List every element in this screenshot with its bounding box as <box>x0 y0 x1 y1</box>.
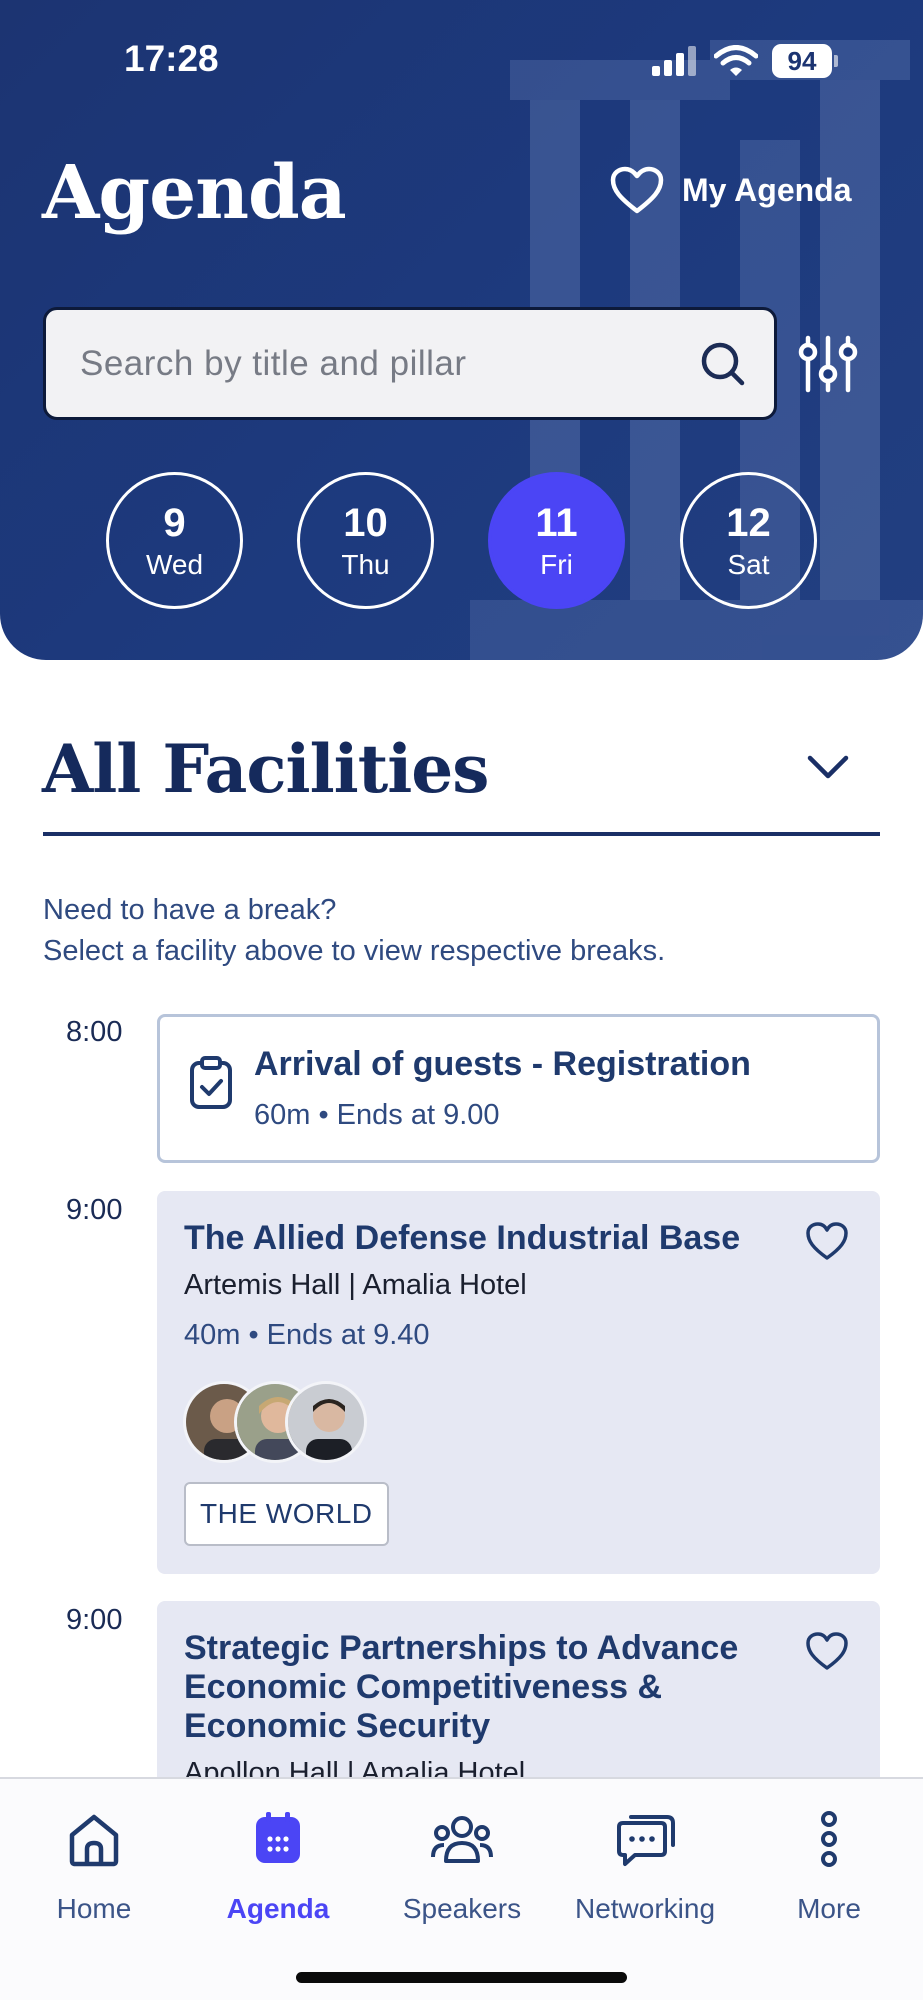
hint-line-1: Need to have a break? <box>43 894 337 926</box>
people-icon <box>431 1816 493 1863</box>
home-icon <box>69 1814 119 1867</box>
speaker-avatars <box>183 1381 383 1465</box>
break-hint: Need to have a break? Select a facility … <box>43 890 665 972</box>
nav-label: Speakers <box>402 1893 522 1924</box>
facility-underline <box>43 832 880 836</box>
date-10[interactable]: 10 Thu <box>297 472 434 609</box>
nav-label: Home <box>56 1893 132 1924</box>
my-agenda-label: My Agenda <box>682 171 852 208</box>
battery-tip <box>834 55 838 67</box>
session-card[interactable]: The Allied Defense Industrial Base Artem… <box>157 1191 880 1574</box>
date-selector: 9 Wed 10 Thu 11 Fri 12 Sat <box>0 472 923 612</box>
nav-label: Networking <box>574 1893 716 1924</box>
filter-icon[interactable] <box>798 334 858 394</box>
session-time: 9:00 <box>66 1194 123 1226</box>
avatar[interactable] <box>285 1381 367 1463</box>
clipboard-check-icon <box>190 1056 232 1109</box>
nav-home[interactable]: Home <box>9 1809 179 1925</box>
more-icon <box>821 1811 837 1867</box>
session-card-registration[interactable]: Arrival of guests - Registration 60m • E… <box>157 1014 880 1163</box>
signal-icon <box>652 46 696 76</box>
session-venue: Apollon Hall | Amalia Hotel <box>184 1757 526 1777</box>
hint-line-2: Select a facility above to view respecti… <box>43 935 666 967</box>
session-title: Strategic Partnerships to Advance Econom… <box>184 1629 739 1745</box>
nav-label: More <box>797 1893 861 1924</box>
nav-more[interactable]: More <box>744 1809 914 1925</box>
heart-icon <box>610 166 664 214</box>
home-indicator <box>296 1972 627 1983</box>
session-time: 9:00 <box>66 1604 123 1636</box>
date-day: Wed <box>145 548 204 580</box>
calendar-icon <box>256 1812 300 1863</box>
wifi-icon <box>714 45 758 76</box>
facility-select-title[interactable]: All Facilities <box>42 730 489 808</box>
search-box[interactable] <box>43 307 777 420</box>
status-time: 17:28 <box>124 38 219 79</box>
date-num: 9 <box>163 500 186 545</box>
chevron-down-icon[interactable] <box>806 752 850 782</box>
session-duration: 60m • Ends at 9.00 <box>254 1099 500 1131</box>
nav-agenda[interactable]: Agenda <box>193 1809 363 1925</box>
date-num: 12 <box>726 500 771 545</box>
nav-label: Agenda <box>226 1893 330 1924</box>
date-day: Thu <box>341 548 390 580</box>
nav-speakers[interactable]: Speakers <box>377 1809 547 1925</box>
search-input[interactable] <box>80 343 700 384</box>
date-day: Sat <box>727 548 770 580</box>
session-title: The Allied Defense Industrial Base <box>184 1219 741 1257</box>
bottom-nav: Home Agenda Speakers Networking More <box>0 1777 923 2000</box>
session-time: 8:00 <box>66 1016 123 1048</box>
status-icons: 94 <box>652 44 838 78</box>
date-num: 10 <box>343 500 388 545</box>
session-title: Arrival of guests - Registration <box>254 1045 751 1083</box>
heart-icon[interactable] <box>805 1221 849 1261</box>
search-icon[interactable] <box>700 341 746 387</box>
session-card[interactable]: Strategic Partnerships to Advance Econom… <box>157 1601 880 1777</box>
date-11-selected[interactable]: 11 Fri <box>488 472 625 609</box>
date-day: Fri <box>540 548 573 580</box>
date-12[interactable]: 12 Sat <box>680 472 817 609</box>
session-venue: Artemis Hall | Amalia Hotel <box>184 1269 527 1301</box>
pillar-tag[interactable]: THE WORLD <box>184 1482 389 1546</box>
battery-icon: 94 <box>772 44 832 78</box>
session-duration: 40m • Ends at 9.40 <box>184 1319 430 1351</box>
date-num: 11 <box>535 500 578 545</box>
date-9[interactable]: 9 Wed <box>106 472 243 609</box>
chat-icon <box>617 1815 675 1866</box>
page-title: Agenda <box>42 150 347 236</box>
header: 17:28 94 Agenda My Agenda Search by titl… <box>0 0 923 660</box>
nav-networking[interactable]: Networking <box>560 1809 730 1925</box>
my-agenda-button[interactable]: My Agenda <box>610 166 852 214</box>
heart-icon[interactable] <box>805 1631 849 1671</box>
